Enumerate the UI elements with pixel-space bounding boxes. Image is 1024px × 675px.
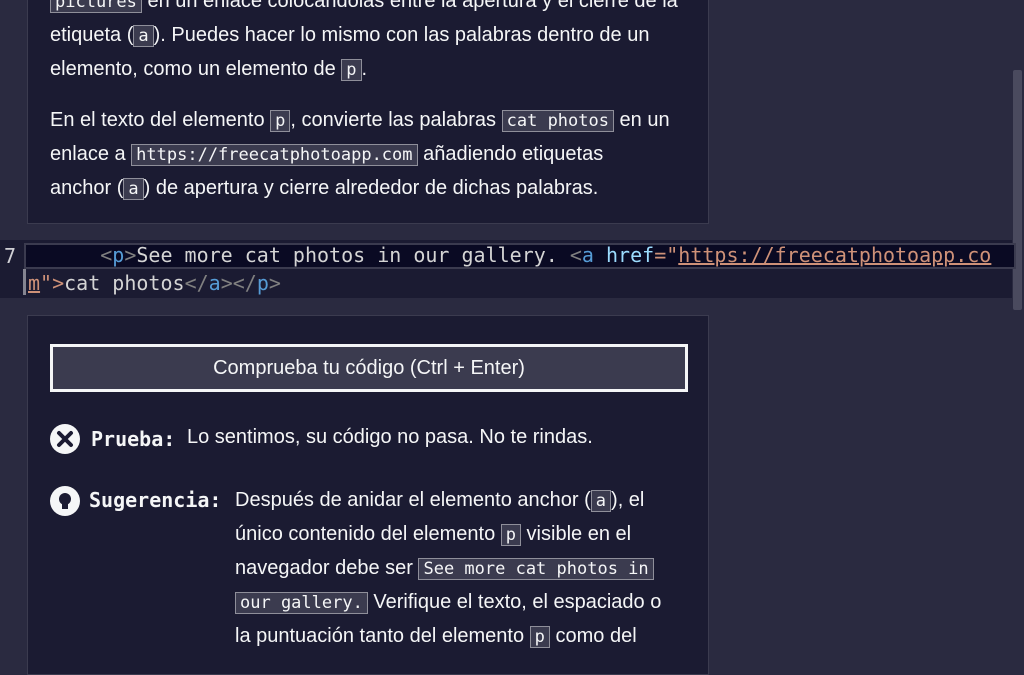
inline-code: a (590, 490, 612, 512)
token: < (569, 243, 582, 267)
text: Después de anidar el elemento anchor ( (235, 489, 591, 511)
line-number: 7 (4, 244, 17, 268)
token: > (268, 271, 281, 295)
instruction-paragraph-2: En el texto del elemento p, convierte la… (50, 104, 700, 206)
text: la puntuación tanto del elemento (235, 625, 530, 647)
token: "> (40, 271, 65, 295)
token: p (112, 243, 125, 267)
token: a (581, 243, 594, 267)
text: enlace a (50, 143, 132, 165)
text: como del (549, 625, 637, 647)
text: etiqueta ( (50, 24, 134, 46)
inline-code: a (133, 25, 154, 47)
inline-code: p (500, 524, 521, 546)
token: See more cat photos in our gallery. (136, 243, 570, 267)
text: visible en el (521, 523, 632, 545)
token: p (256, 271, 269, 295)
text: en un (613, 109, 670, 131)
scrollbar-thumb[interactable] (1013, 70, 1022, 310)
inline-code: p (529, 626, 550, 648)
token: href (593, 243, 655, 267)
hint-text: Después de anidar el elemento anchor (a)… (235, 484, 695, 654)
editor-cursor-gutter (23, 269, 26, 295)
inline-code: p (270, 110, 291, 132)
feedback-panel: Comprueba tu código (Ctrl + Enter) Prueb… (27, 315, 709, 675)
text: ) de apertura y cierre alrededor de dich… (143, 177, 599, 199)
text: añadiendo etiquetas (417, 143, 604, 165)
token: ></ (220, 271, 257, 295)
test-label: Prueba: (91, 427, 176, 451)
token: < (100, 243, 113, 267)
token: > (124, 243, 137, 267)
token: cat photos (64, 271, 185, 295)
text: ), el (611, 489, 645, 511)
inline-code: a (123, 178, 144, 200)
instruction-paragraph-1: pictures en un enlace colocándolas entre… (50, 0, 700, 87)
text: anchor ( (50, 177, 124, 199)
inline-code: p (341, 59, 362, 81)
inline-code: our gallery. (235, 592, 368, 614)
inline-code: pictures (50, 0, 142, 13)
text: en un enlace colocándolas entre la apert… (141, 0, 678, 12)
instructions-panel: pictures en un enlace colocándolas entre… (27, 0, 709, 224)
text: ). Puedes hacer lo mismo con las palabra… (153, 24, 650, 46)
code-line[interactable]: <p>See more cat photos in our gallery. <… (28, 241, 1012, 297)
text: navegador debe ser (235, 557, 419, 579)
text: Verifique el texto, el espaciado o (367, 591, 662, 613)
check-code-button[interactable]: Comprueba tu código (Ctrl + Enter) (50, 344, 688, 392)
test-text: Lo sentimos, su código no pasa. No te ri… (187, 426, 593, 448)
lightbulb-icon (50, 486, 80, 516)
text: . (361, 58, 368, 80)
token: a (208, 271, 221, 295)
inline-code: See more cat photos in (418, 558, 654, 580)
text: En el texto del elemento (50, 109, 271, 131)
token: =" (654, 243, 679, 267)
hint-label: Sugerencia: (89, 488, 222, 512)
token: </ (184, 271, 209, 295)
inline-code: https://freecatphotoapp.com (131, 144, 418, 166)
close-circle-icon (50, 424, 80, 454)
text: único contenido del elemento (235, 523, 501, 545)
text: elemento, como un elemento de (50, 58, 342, 80)
text: , convierte las palabras (290, 109, 502, 131)
inline-code: cat photos (501, 110, 614, 132)
